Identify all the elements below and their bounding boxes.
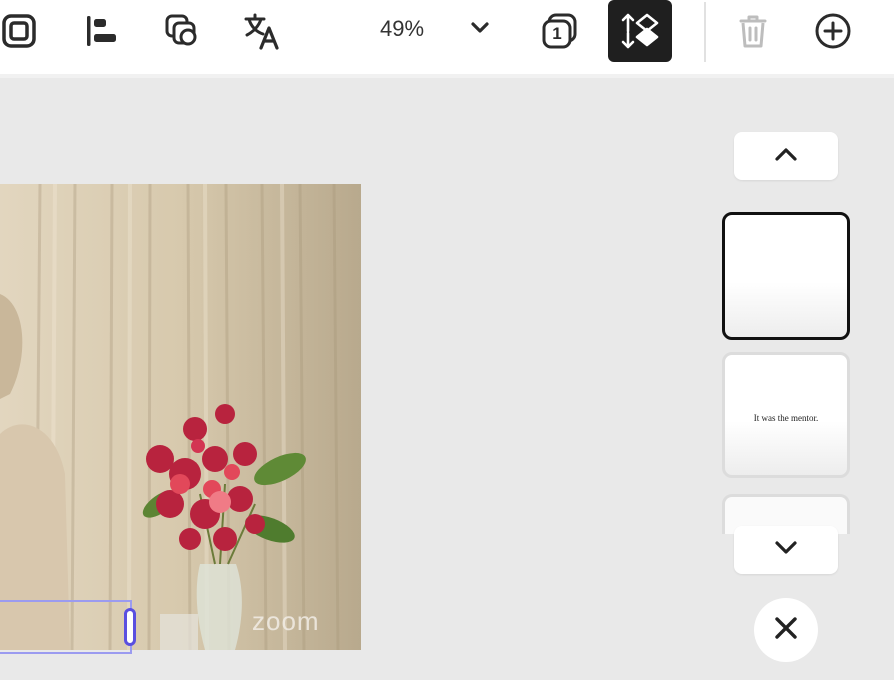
layers-button[interactable]: 1	[536, 8, 582, 54]
top-toolbar: 49% 1	[0, 0, 894, 78]
scroll-up-button[interactable]	[734, 132, 838, 180]
align-button[interactable]	[76, 8, 122, 54]
add-button[interactable]	[810, 8, 856, 54]
add-icon	[812, 10, 854, 52]
canvas-photo[interactable]	[0, 184, 361, 650]
chevron-down-icon	[774, 539, 798, 562]
zoom-level[interactable]: 49%	[380, 16, 424, 42]
trash-icon	[733, 11, 773, 51]
reorder-icon	[618, 9, 662, 53]
frame-icon	[0, 10, 40, 52]
close-button[interactable]	[754, 598, 818, 662]
scroll-down-button[interactable]	[734, 526, 838, 574]
photo-scene	[0, 184, 361, 650]
translate-icon	[240, 10, 282, 52]
frame-button[interactable]	[0, 8, 42, 54]
chevron-up-icon	[774, 145, 798, 168]
text-selection-box[interactable]	[0, 600, 132, 654]
chevron-down-icon	[469, 17, 491, 44]
page-thumbnail-1[interactable]	[722, 212, 850, 340]
thumbnail-text: It was the mentor.	[753, 413, 819, 423]
page-thumbnail-2[interactable]: It was the mentor.	[722, 352, 850, 478]
toolbar-divider	[704, 2, 706, 62]
duplicate-button[interactable]	[158, 8, 204, 54]
layer-count: 1	[552, 24, 562, 43]
align-left-icon	[78, 10, 120, 52]
reorder-button[interactable]	[608, 0, 672, 62]
close-icon	[772, 614, 800, 647]
zoom-watermark: zoom	[252, 606, 320, 636]
zoom-dropdown[interactable]	[466, 16, 494, 44]
duplicate-icon	[160, 10, 202, 52]
resize-handle[interactable]	[124, 608, 136, 646]
translate-button[interactable]	[238, 8, 284, 54]
delete-button[interactable]	[730, 8, 776, 54]
layers-count-icon: 1	[539, 11, 579, 51]
